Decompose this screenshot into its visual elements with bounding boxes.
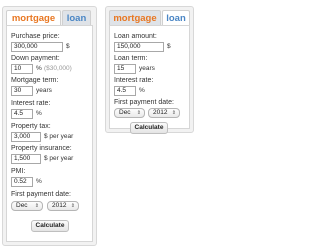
up-down-arrows-icon: ⇕ xyxy=(70,203,75,209)
interest-rate-label: Interest rate: xyxy=(114,77,154,84)
purchase-price-input[interactable]: 300,000 xyxy=(11,42,63,52)
calculate-button[interactable]: Calculate xyxy=(130,122,168,134)
first-payment-year-value: 2012 xyxy=(52,202,67,209)
loan-term-unit: years xyxy=(139,65,155,72)
loan-term-label: Loan term: xyxy=(114,55,148,62)
loan-term-input[interactable]: 15 xyxy=(114,64,136,74)
mortgage-term-label: Mortgage term: xyxy=(11,77,59,84)
down-payment-unit: % xyxy=(36,65,42,72)
mortgage-term-unit: years xyxy=(36,87,52,94)
first-payment-month-select[interactable]: Dec ⇕ xyxy=(114,108,145,118)
first-payment-year-value: 2012 xyxy=(153,109,168,116)
property-insurance-label: Property insurance: xyxy=(11,145,72,152)
first-payment-year-select[interactable]: 2012 ⇕ xyxy=(148,108,180,118)
up-down-arrows-icon: ⇕ xyxy=(136,110,141,116)
interest-rate-unit: % xyxy=(36,110,42,117)
property-tax-unit: $ per year xyxy=(44,133,74,140)
tab-loan[interactable]: loan xyxy=(62,10,91,25)
loan-amount-unit: $ xyxy=(167,43,171,50)
up-down-arrows-icon: ⇕ xyxy=(171,110,176,116)
purchase-price-label: Purchase price: xyxy=(11,33,60,40)
pmi-label: PMI: xyxy=(11,168,26,175)
mortgage-form: Purchase price: 300,000 $ Down payment: … xyxy=(6,25,93,242)
first-payment-month-select[interactable]: Dec ⇕ xyxy=(11,201,43,211)
loan-calculator-panel: mortgage loan Loan amount: 150,000 $ Loa… xyxy=(105,6,194,134)
tab-loan[interactable]: loan xyxy=(162,10,190,25)
mortgage-calculator-panel: mortgage loan Purchase price: 300,000 $ … xyxy=(2,6,97,246)
down-payment-input[interactable]: 10 xyxy=(11,64,33,74)
loan-form: Loan amount: 150,000 $ Loan term: 15 yea… xyxy=(109,25,190,134)
down-payment-label: Down payment: xyxy=(11,55,60,62)
tab-mortgage[interactable]: mortgage xyxy=(6,10,61,25)
tab-mortgage[interactable]: mortgage xyxy=(109,10,161,25)
up-down-arrows-icon: ⇕ xyxy=(34,203,39,209)
loan-amount-label: Loan amount: xyxy=(114,33,157,40)
first-payment-date-label: First payment date: xyxy=(114,99,174,106)
first-payment-year-select[interactable]: 2012 ⇕ xyxy=(47,201,79,211)
interest-rate-input[interactable]: 4.5 xyxy=(11,109,33,119)
property-tax-input[interactable]: 3,000 xyxy=(11,132,41,142)
mortgage-term-input[interactable]: 30 xyxy=(11,86,33,96)
calculate-button[interactable]: Calculate xyxy=(31,220,69,232)
pmi-input[interactable]: 0.52 xyxy=(11,177,33,187)
interest-rate-input[interactable]: 4.5 xyxy=(114,86,136,96)
down-payment-amount-hint: ($30,000) xyxy=(44,65,72,72)
first-payment-month-value: Dec xyxy=(16,202,28,209)
property-insurance-input[interactable]: 1,500 xyxy=(11,154,41,164)
property-tax-label: Property tax: xyxy=(11,123,51,130)
first-payment-date-label: First payment date: xyxy=(11,191,71,198)
purchase-price-unit: $ xyxy=(66,43,70,50)
interest-rate-label: Interest rate: xyxy=(11,100,51,107)
pmi-unit: % xyxy=(36,178,42,185)
loan-amount-input[interactable]: 150,000 xyxy=(114,42,164,52)
interest-rate-unit: % xyxy=(139,87,145,94)
first-payment-month-value: Dec xyxy=(119,109,131,116)
property-insurance-unit: $ per year xyxy=(44,155,74,162)
